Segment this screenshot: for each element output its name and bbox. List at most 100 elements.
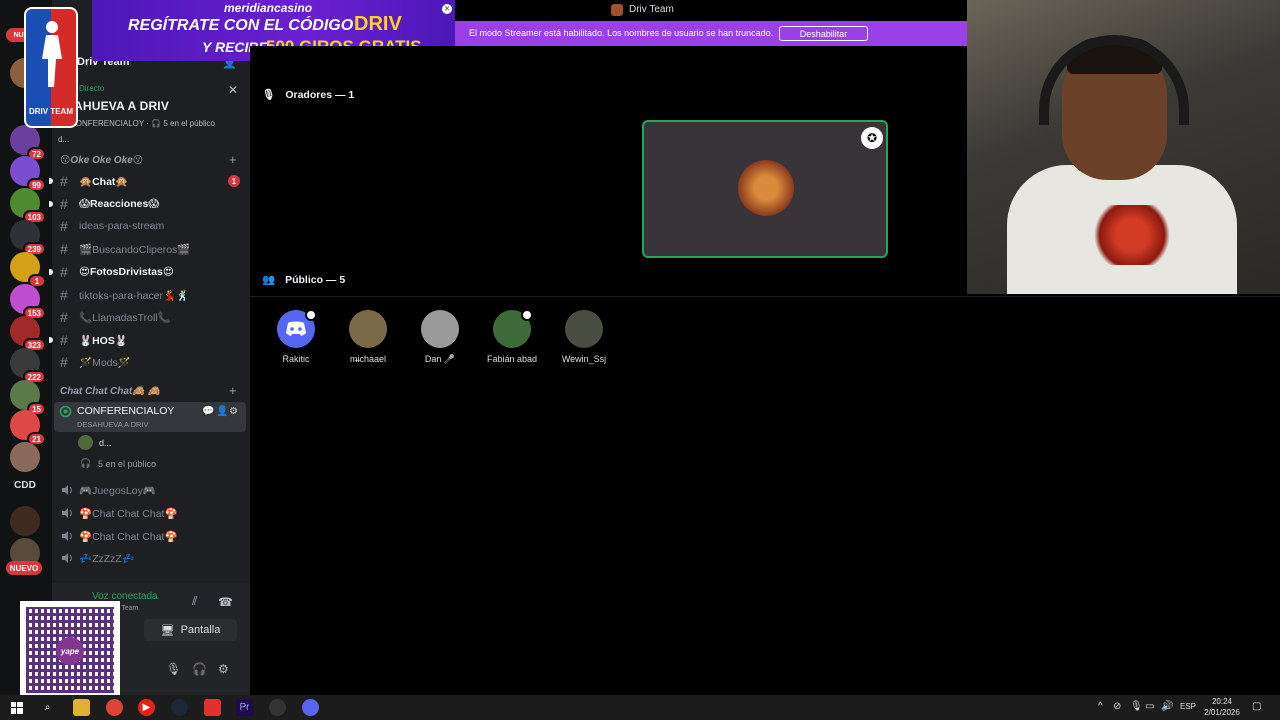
category-header[interactable]: Chat Chat Chat🙈 🙈 bbox=[60, 386, 160, 397]
server-icon[interactable]: 222 bbox=[10, 348, 46, 384]
status-badge bbox=[305, 309, 317, 321]
noise-suppression-icon[interactable]: ⫽ bbox=[192, 594, 197, 609]
media-player-icon[interactable]: ▶ bbox=[138, 699, 155, 716]
live-user: d... bbox=[58, 135, 70, 144]
steam-icon[interactable] bbox=[171, 699, 188, 716]
channel-hos[interactable]: # 🐰HOS🐰 bbox=[49, 329, 246, 351]
obs-icon[interactable] bbox=[269, 699, 286, 716]
server-icon[interactable] bbox=[10, 506, 40, 536]
live-stage-card[interactable]: Directo AHUEVA A DRIV CONFERENCIALOY · 🎧… bbox=[52, 78, 250, 150]
avatar bbox=[738, 160, 794, 216]
audience-member[interactable]: Fabián abad bbox=[480, 309, 544, 370]
hash-icon: # bbox=[60, 196, 68, 212]
disconnect-icon[interactable]: ☎ bbox=[218, 595, 233, 609]
share-screen-button[interactable]: 🖥 Pantalla bbox=[144, 619, 237, 641]
channel-ideas-para-stream[interactable]: # ideas-para-stream bbox=[54, 215, 246, 237]
app-icon[interactable] bbox=[204, 699, 221, 716]
language-indicator[interactable]: ESP bbox=[1180, 702, 1196, 711]
notification-icon[interactable]: ▢ bbox=[1252, 701, 1261, 712]
unread-indicator bbox=[49, 269, 53, 275]
server-icon[interactable]: 323 bbox=[10, 316, 46, 352]
server-icon[interactable]: 15 bbox=[10, 380, 46, 416]
server-icon[interactable]: 99 bbox=[10, 156, 46, 192]
server-icon[interactable]: 239 bbox=[10, 220, 46, 256]
logo-text: DRIV TEAM bbox=[29, 107, 73, 116]
server-icon[interactable]: 103 bbox=[10, 188, 46, 224]
channel-llamadastroll[interactable]: # 📞LlamadasTroll📞 bbox=[54, 306, 246, 328]
add-channel-icon[interactable]: + bbox=[229, 152, 237, 167]
gear-icon[interactable]: ⚙ bbox=[229, 406, 238, 417]
voice-channel-chat-chat-chat[interactable]: 🍄Chat Chat Chat🍄 bbox=[54, 502, 246, 524]
microphone-icon[interactable]: 🎙 bbox=[166, 662, 181, 676]
hash-icon: # bbox=[60, 173, 68, 189]
server-icon[interactable]: 72 bbox=[10, 125, 46, 161]
microphone-icon: 🎙 bbox=[262, 89, 276, 101]
stage-channel-status: DESAHUEVA A DRIV bbox=[77, 420, 149, 429]
chevron-up-icon[interactable]: ^ bbox=[1098, 701, 1103, 712]
audience-member[interactable]: Wewin_Ssj bbox=[552, 310, 616, 370]
divider bbox=[250, 296, 1280, 297]
mention-badge: 1 bbox=[228, 175, 240, 187]
add-channel-icon[interactable]: + bbox=[229, 383, 237, 398]
avatar bbox=[565, 310, 603, 348]
channel-fotosdrivistas[interactable]: # 😍FotosDrivistas😍 bbox=[49, 261, 246, 283]
stage-icon bbox=[59, 405, 72, 418]
channel-tiktoks-para-hacer[interactable]: # tiktoks-para-hacer💃🕺 bbox=[54, 284, 246, 306]
voice-user-name: d... bbox=[99, 438, 112, 448]
microphone-icon[interactable]: 🎙 bbox=[1130, 701, 1143, 712]
search-icon[interactable]: ⌕ bbox=[39, 699, 56, 716]
windows-start-icon[interactable] bbox=[8, 699, 25, 716]
audience-member[interactable]: Dan 🎤 bbox=[408, 310, 472, 370]
streamer-mode-banner: El modo Streamer está habilitado. Los no… bbox=[455, 21, 967, 46]
hash-icon: # bbox=[60, 218, 68, 234]
close-icon[interactable]: ✕ bbox=[228, 83, 238, 97]
disable-streamer-button[interactable]: Deshabilitar bbox=[779, 26, 868, 41]
channel-buscandocliperos[interactable]: # 🎬BuscandoCliperos🎬 bbox=[54, 238, 246, 260]
channel-reacciones[interactable]: # 😱Reacciones😱 bbox=[49, 193, 246, 215]
voice-channel-juegosloy[interactable]: 🎮JuegosLoy🎮 bbox=[54, 479, 246, 501]
unread-indicator bbox=[49, 337, 53, 343]
clock[interactable]: 20:24 2/01/2026 bbox=[1202, 696, 1242, 718]
speaker-icon bbox=[62, 485, 72, 495]
active-stage-channel[interactable]: CONFERENCIALOY DESAHUEVA A DRIV 💬 👤 ⚙ bbox=[54, 402, 246, 432]
camera-off-icon[interactable]: ⊘ bbox=[1113, 701, 1121, 712]
audience-member[interactable]: m̶ichaael bbox=[336, 310, 400, 370]
hash-icon: # bbox=[60, 264, 68, 280]
premiere-icon[interactable]: Pr bbox=[236, 699, 253, 716]
voice-user[interactable]: d... bbox=[72, 434, 242, 452]
avatar bbox=[349, 310, 387, 348]
speaker-icon bbox=[62, 508, 72, 518]
voice-channel-zzzzz[interactable]: 💤ZzZzZ💤 bbox=[54, 547, 246, 569]
window-titlebar: Driv Team bbox=[455, 0, 967, 20]
discord-icon[interactable] bbox=[302, 699, 319, 716]
category-header[interactable]: 😗Oke Oke Oke😗 bbox=[60, 155, 143, 166]
channel-mods[interactable]: # 🪄Mods🪄 bbox=[54, 351, 246, 373]
voice-public-count: 🎧 5 en el público bbox=[80, 458, 157, 469]
chat-icon[interactable]: 💬 bbox=[202, 406, 214, 417]
webcam-shirt bbox=[1007, 165, 1237, 294]
window-title: Driv Team bbox=[629, 4, 674, 15]
speaker-icon bbox=[62, 553, 72, 563]
qr-logo: yape bbox=[56, 637, 84, 665]
audience-member[interactable]: Rakitic bbox=[264, 309, 328, 370]
channel-chat[interactable]: # 🙊Chat🙊 1 bbox=[49, 170, 246, 192]
gear-icon[interactable]: ⚙ bbox=[218, 662, 229, 676]
network-icon[interactable]: ▭ bbox=[1145, 701, 1154, 712]
ad-brand: meridiancasino bbox=[224, 1, 313, 15]
voice-channel-chat-chat-chat[interactable]: 🍄Chat Chat Chat🍄 bbox=[54, 525, 246, 547]
server-icon[interactable]: 21 bbox=[10, 410, 46, 446]
server-cdd[interactable]: CDD bbox=[8, 480, 42, 496]
server-icon[interactable]: 1 bbox=[10, 252, 46, 288]
status-badge bbox=[521, 309, 533, 321]
headphones-icon[interactable]: 🎧 bbox=[192, 662, 207, 676]
close-icon[interactable]: ✕ bbox=[442, 4, 452, 14]
chrome-icon[interactable] bbox=[106, 699, 123, 716]
moderator-icon: ✪ bbox=[861, 127, 883, 149]
file-explorer-icon[interactable] bbox=[73, 699, 90, 716]
server-icon[interactable]: 153 bbox=[10, 284, 46, 320]
server-icon[interactable] bbox=[10, 442, 40, 472]
speaker-tile[interactable]: ✪ bbox=[642, 120, 888, 258]
volume-icon[interactable]: 🔊 bbox=[1161, 701, 1173, 712]
invite-icon[interactable]: 👤 bbox=[216, 406, 228, 417]
channel-panel: Driv Team 👤 Directo AHUEVA A DRIV CONFER… bbox=[49, 0, 250, 695]
